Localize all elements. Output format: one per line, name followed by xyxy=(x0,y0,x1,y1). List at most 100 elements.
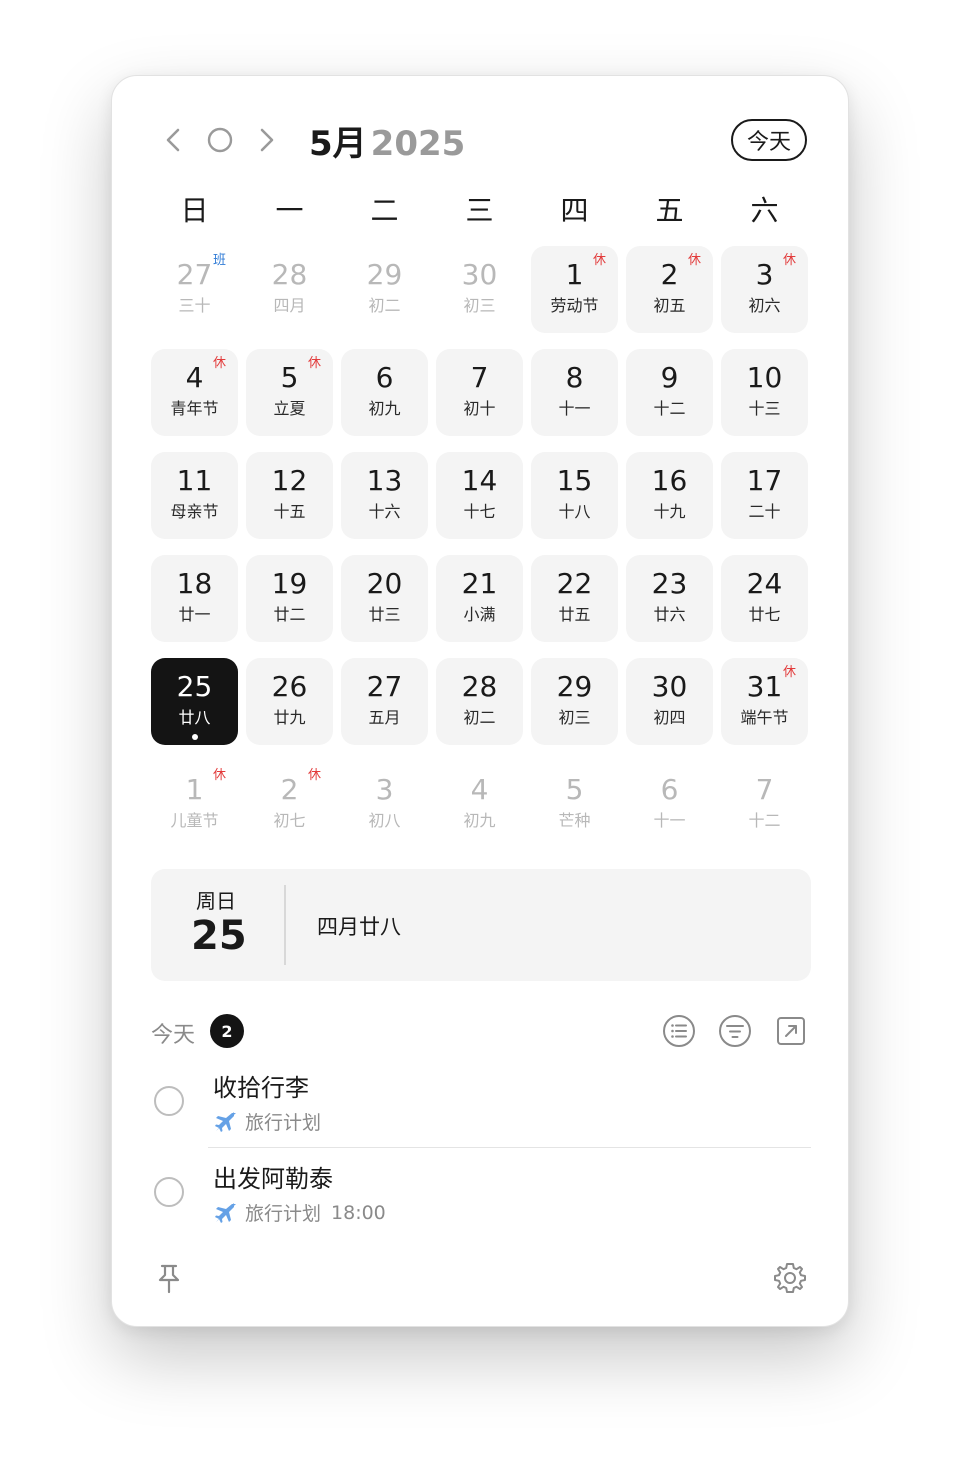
day-number: 14 xyxy=(461,464,498,497)
gear-icon xyxy=(774,1263,806,1293)
day-number: 11 xyxy=(176,464,213,497)
open-external-button[interactable] xyxy=(772,1012,810,1050)
holiday-badge: 休 xyxy=(307,356,321,371)
calendar-day[interactable]: 15 十八 xyxy=(531,452,618,539)
calendar-day[interactable]: 5 芒种 xyxy=(531,761,618,848)
calendar-day[interactable]: 14 十七 xyxy=(436,452,523,539)
lunar-label: 初九 xyxy=(463,811,496,830)
filter-button[interactable] xyxy=(716,1012,754,1050)
day-number: 28 xyxy=(271,258,308,291)
todo-time: 18:00 xyxy=(331,1201,386,1224)
pin-button[interactable] xyxy=(151,1260,187,1296)
list-view-button[interactable] xyxy=(660,1012,698,1050)
todo-section-label: 今天 xyxy=(151,1023,196,1048)
lunar-label: 初七 xyxy=(273,811,306,830)
filter-icon xyxy=(719,1015,751,1047)
calendar-day[interactable]: 11 母亲节 xyxy=(151,452,238,539)
calendar-day[interactable]: 7 初十 xyxy=(436,349,523,436)
lunar-label: 十八 xyxy=(558,502,591,521)
day-number: 24 xyxy=(746,567,783,600)
todo-checkbox[interactable] xyxy=(154,1086,184,1116)
calendar-day[interactable]: 12 十五 xyxy=(246,452,333,539)
today-button[interactable]: 今天 xyxy=(731,119,807,161)
calendar-day[interactable]: 13 十六 xyxy=(341,452,428,539)
calendar-day[interactable]: 6 初九 xyxy=(341,349,428,436)
todo-meta: 旅行计划 xyxy=(213,1108,321,1135)
day-number: 19 xyxy=(271,567,308,600)
lunar-label: 廿一 xyxy=(178,605,211,624)
calendar-day[interactable]: 4 青年节休 xyxy=(151,349,238,436)
holiday-badge: 休 xyxy=(212,356,226,371)
calendar-day[interactable]: 30 初三 xyxy=(436,246,523,333)
calendar-day[interactable]: 10 十三 xyxy=(721,349,808,436)
lunar-label: 初六 xyxy=(748,296,781,315)
calendar-day[interactable]: 3 初八 xyxy=(341,761,428,848)
selected-day-detail: 周日 25 四月廿八 xyxy=(151,869,811,981)
calendar-day[interactable]: 3 初六休 xyxy=(721,246,808,333)
prev-month-button[interactable] xyxy=(156,122,192,158)
calendar-day[interactable]: 22 廿五 xyxy=(531,555,618,642)
weekday-label: 日 xyxy=(180,194,209,227)
day-number: 26 xyxy=(271,670,308,703)
todo-item[interactable]: 收拾行李 旅行计划 xyxy=(151,1058,811,1144)
calendar-day[interactable]: 19 廿二 xyxy=(246,555,333,642)
event-dot xyxy=(192,734,198,740)
calendar-day[interactable]: 21 小满 xyxy=(436,555,523,642)
list-icon xyxy=(663,1015,695,1047)
calendar-day-selected[interactable]: 25 廿八 xyxy=(151,658,238,745)
calendar-day[interactable]: 20 廿三 xyxy=(341,555,428,642)
holiday-badge: 休 xyxy=(307,768,321,783)
todo-header: 今天 2 xyxy=(151,1011,811,1051)
detail-weekday: 周日 xyxy=(196,889,236,913)
lunar-label: 初三 xyxy=(558,708,591,727)
calendar-day[interactable]: 6 十一 xyxy=(626,761,713,848)
calendar-day[interactable]: 27 三十班 xyxy=(151,246,238,333)
calendar-day[interactable]: 29 初三 xyxy=(531,658,618,745)
calendar-day[interactable]: 7 十二 xyxy=(721,761,808,848)
calendar-day[interactable]: 5 立夏休 xyxy=(246,349,333,436)
todo-checkbox[interactable] xyxy=(154,1177,184,1207)
weekday-label: 五 xyxy=(655,194,684,227)
next-month-button[interactable] xyxy=(248,122,284,158)
calendar-day[interactable]: 30 初四 xyxy=(626,658,713,745)
day-number: 30 xyxy=(651,670,688,703)
weekday-label: 四 xyxy=(560,194,589,227)
calendar-day[interactable]: 28 四月 xyxy=(246,246,333,333)
todo-item[interactable]: 出发阿勒泰 旅行计划 18:00 xyxy=(151,1149,811,1235)
calendar-day[interactable]: 17 二十 xyxy=(721,452,808,539)
calendar-day[interactable]: 26 廿九 xyxy=(246,658,333,745)
holiday-badge: 休 xyxy=(212,768,226,783)
month-year-title: 5月 2025 xyxy=(309,116,465,165)
lunar-label: 初五 xyxy=(653,296,686,315)
calendar-day[interactable]: 2 初七休 xyxy=(246,761,333,848)
calendar-day[interactable]: 18 廿一 xyxy=(151,555,238,642)
calendar-day[interactable]: 4 初九 xyxy=(436,761,523,848)
lunar-label: 青年节 xyxy=(170,399,219,418)
day-number: 21 xyxy=(461,567,498,600)
lunar-label: 小满 xyxy=(463,605,496,624)
calendar-day[interactable]: 1 儿童节休 xyxy=(151,761,238,848)
calendar-day[interactable]: 28 初二 xyxy=(436,658,523,745)
calendar-day[interactable]: 29 初二 xyxy=(341,246,428,333)
calendar-day[interactable]: 24 廿七 xyxy=(721,555,808,642)
pin-icon xyxy=(158,1264,180,1294)
calendar-day[interactable]: 31 端午节休 xyxy=(721,658,808,745)
day-number: 10 xyxy=(746,361,783,394)
day-number: 12 xyxy=(271,464,308,497)
workday-badge: 班 xyxy=(212,253,226,268)
calendar-day[interactable]: 1 劳动节休 xyxy=(531,246,618,333)
calendar-day[interactable]: 9 十二 xyxy=(626,349,713,436)
lunar-label: 廿五 xyxy=(558,605,591,624)
day-number: 23 xyxy=(651,567,688,600)
calendar-day[interactable]: 8 十一 xyxy=(531,349,618,436)
calendar-day[interactable]: 2 初五休 xyxy=(626,246,713,333)
calendar-panel: 5月 2025 今天 日 一 二 三 四 五 六 27 三十班 28 四月 29 初二 30 初… xyxy=(111,75,849,1327)
todo-title: 出发阿勒泰 xyxy=(213,1165,333,1193)
calendar-day[interactable]: 23 廿六 xyxy=(626,555,713,642)
calendar-day[interactable]: 27 五月 xyxy=(341,658,428,745)
go-today-circle-button[interactable] xyxy=(202,122,238,158)
calendar-day[interactable]: 16 十九 xyxy=(626,452,713,539)
todo-count-badge: 2 xyxy=(210,1014,244,1048)
day-number: 25 xyxy=(176,670,213,703)
settings-button[interactable] xyxy=(772,1260,808,1296)
